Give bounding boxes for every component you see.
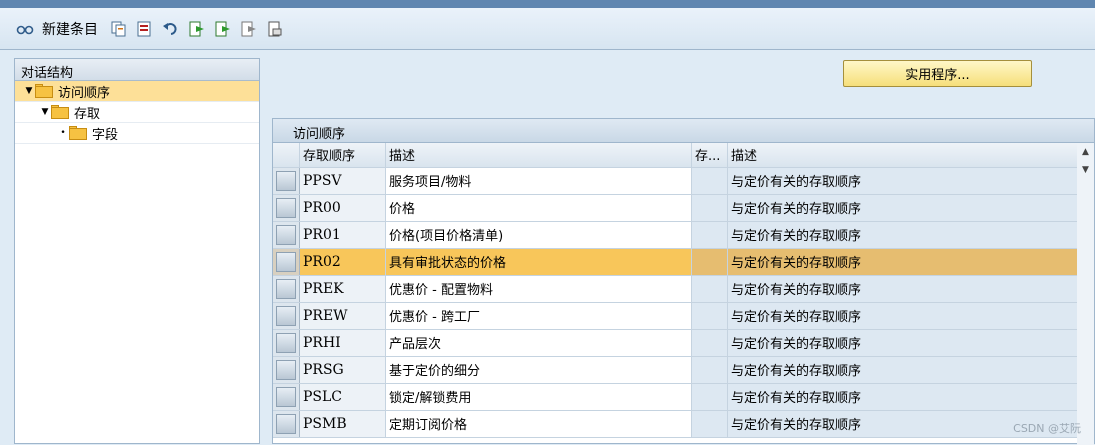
cell-description[interactable]: 具有审批状态的价格 [386,248,692,275]
row-select-button[interactable] [273,302,300,329]
access-sequence-table: 存取顺序 描述 存... 描述 PPSV 服务项目/物料 与定价有关的存取顺序 … [273,143,1080,438]
folder-icon [51,105,71,119]
undo-icon[interactable] [162,20,180,38]
cell-storage [692,221,728,248]
cell-description[interactable]: 锁定/解锁费用 [386,383,692,410]
row-select-button[interactable] [273,383,300,410]
cell-description[interactable]: 基于定价的细分 [386,356,692,383]
tree-item-label: 存取 [74,103,100,122]
cell-description-2: 与定价有关的存取顺序 [728,194,1080,221]
copy-icon[interactable] [110,20,128,38]
cell-description-2: 与定价有关的存取顺序 [728,383,1080,410]
tree-item-access-sequence[interactable]: ▼ 访问顺序 [15,81,259,102]
row-select-button[interactable] [273,275,300,302]
dialog-structure-title: 对话结构 [15,59,259,81]
tree-item-access[interactable]: ▼ 存取 [15,102,259,123]
table-row[interactable]: PPSV 服务项目/物料 与定价有关的存取顺序 [273,167,1080,194]
select-all-header[interactable] [273,143,300,167]
vertical-scrollbar[interactable]: ▲ ▼ [1077,143,1094,445]
folder-open-icon [35,84,55,98]
column-header-description-2[interactable]: 描述 [728,143,1080,167]
export3-icon[interactable] [240,20,258,38]
row-select-button[interactable] [273,248,300,275]
column-header-storage[interactable]: 存... [692,143,728,167]
cell-description[interactable]: 优惠价 - 配置物料 [386,275,692,302]
table-row[interactable]: PREW 优惠价 - 跨工厂 与定价有关的存取顺序 [273,302,1080,329]
cell-code: PSLC [300,383,386,410]
cell-description[interactable]: 价格 [386,194,692,221]
watermark: CSDN @艾阮 [1013,420,1081,436]
cell-description-2: 与定价有关的存取顺序 [728,221,1080,248]
table-row[interactable]: PSMB 定期订阅价格 与定价有关的存取顺序 [273,410,1080,437]
cell-code: PREW [300,302,386,329]
cell-description-2: 与定价有关的存取顺序 [728,329,1080,356]
tree-item-label: 访问顺序 [58,82,110,101]
cell-code: PRSG [300,356,386,383]
cell-storage [692,302,728,329]
cell-storage [692,194,728,221]
delete-icon[interactable] [136,20,154,38]
table-row[interactable]: PSLC 锁定/解锁费用 与定价有关的存取顺序 [273,383,1080,410]
row-select-button[interactable] [273,329,300,356]
table-title: 访问顺序 [273,119,1094,143]
title-strip [0,0,1095,8]
cell-description[interactable]: 定期订阅价格 [386,410,692,437]
row-select-button[interactable] [273,221,300,248]
export2-icon[interactable] [214,20,232,38]
cell-storage [692,275,728,302]
toolbar: 新建条目 [0,8,1095,50]
bullet-icon: • [57,128,69,138]
cell-storage [692,383,728,410]
cell-description[interactable]: 优惠价 - 跨工厂 [386,302,692,329]
cell-description-2: 与定价有关的存取顺序 [728,275,1080,302]
expand-triangle-icon[interactable]: ▼ [39,107,51,117]
cell-storage [692,248,728,275]
table-row[interactable]: PRSG 基于定价的细分 与定价有关的存取顺序 [273,356,1080,383]
cell-description[interactable]: 产品层次 [386,329,692,356]
table-row[interactable]: PRHI 产品层次 与定价有关的存取顺序 [273,329,1080,356]
cell-description[interactable]: 服务项目/物料 [386,167,692,194]
scroll-down-icon[interactable]: ▼ [1077,161,1094,179]
table-row[interactable]: PREK 优惠价 - 配置物料 与定价有关的存取顺序 [273,275,1080,302]
cell-storage [692,167,728,194]
row-select-button[interactable] [273,194,300,221]
folder-icon [69,126,89,140]
cell-code: PRHI [300,329,386,356]
cell-storage [692,356,728,383]
cell-storage [692,410,728,437]
table-row[interactable]: PR01 价格(项目价格清单) 与定价有关的存取顺序 [273,221,1080,248]
cell-code: PR02 [300,248,386,275]
expand-triangle-icon[interactable]: ▼ [23,86,35,96]
utilities-button[interactable]: 实用程序... [843,60,1032,87]
cell-code: PR00 [300,194,386,221]
row-select-button[interactable] [273,356,300,383]
dialog-structure-panel: 对话结构 ▼ 访问顺序 ▼ 存取 • 字段 [14,58,260,444]
table-row-selected[interactable]: PR02 具有审批状态的价格 与定价有关的存取顺序 [273,248,1080,275]
cell-code: PSMB [300,410,386,437]
cell-description-2: 与定价有关的存取顺序 [728,356,1080,383]
cell-description-2: 与定价有关的存取顺序 [728,167,1080,194]
scroll-up-icon[interactable]: ▲ [1077,143,1094,161]
glasses-icon[interactable] [16,20,34,38]
cell-description-2: 与定价有关的存取顺序 [728,248,1080,275]
new-entries-button[interactable]: 新建条目 [42,19,98,39]
access-sequence-table-panel: 访问顺序 存取顺序 描述 存... 描述 PPSV 服务项目/物料 与定价有关的… [272,118,1095,444]
cell-code: PR01 [300,221,386,248]
cell-description-2: 与定价有关的存取顺序 [728,302,1080,329]
row-select-button[interactable] [273,167,300,194]
cell-storage [692,329,728,356]
table-row[interactable]: PR00 价格 与定价有关的存取顺序 [273,194,1080,221]
column-header-access-sequence[interactable]: 存取顺序 [300,143,386,167]
cell-code: PPSV [300,167,386,194]
export-icon[interactable] [188,20,206,38]
column-header-description[interactable]: 描述 [386,143,692,167]
tree-item-label: 字段 [92,124,118,143]
print-icon[interactable] [266,20,284,38]
tree-item-fields[interactable]: • 字段 [15,123,259,144]
row-select-button[interactable] [273,410,300,437]
cell-code: PREK [300,275,386,302]
cell-description[interactable]: 价格(项目价格清单) [386,221,692,248]
